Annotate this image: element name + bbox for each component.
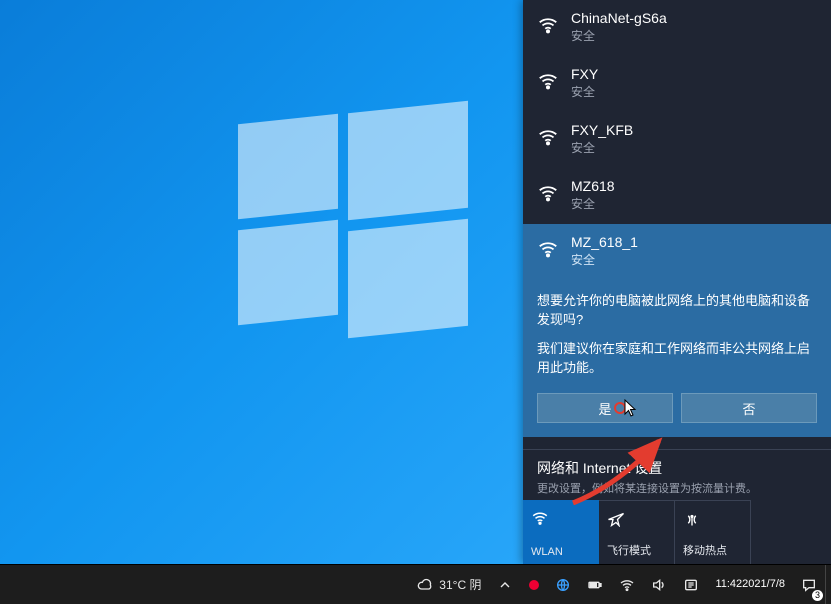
network-item-selected[interactable]: MZ_618_1 安全 — [523, 224, 831, 280]
cursor-icon — [624, 399, 638, 417]
wifi-icon — [537, 70, 559, 92]
ime-icon — [683, 577, 699, 593]
annotation-circle-icon — [614, 402, 626, 414]
tray-wifi[interactable] — [611, 565, 643, 604]
wifi-icon — [537, 126, 559, 148]
network-name: MZ_618_1 — [571, 234, 638, 250]
wifi-icon — [537, 14, 559, 36]
taskbar: 31°C 阴 11:42 2021/7/8 3 — [0, 564, 831, 604]
network-list: ChinaNet-gS6a 安全 FXY 安全 FXY_KFB 安全 — [523, 0, 831, 449]
date-text: 2021/7/8 — [742, 578, 785, 590]
tile-label: 飞行模式 — [607, 542, 651, 558]
network-item[interactable]: ChinaNet-gS6a 安全 — [523, 0, 831, 56]
network-settings-link[interactable]: 网络和 Internet 设置 更改设置，例如将某连接设置为按流量计费。 — [523, 449, 831, 500]
quick-action-tiles: WLAN 飞行模式 移动热点 — [523, 500, 831, 564]
tray-overflow[interactable] — [489, 565, 521, 604]
network-discovery-prompt: 想要允许你的电脑被此网络上的其他电脑和设备发现吗? 我们建议你在家庭和工作网络而… — [523, 280, 831, 385]
tray-battery[interactable] — [579, 565, 611, 604]
settings-subtitle: 更改设置，例如将某连接设置为按流量计费。 — [537, 480, 817, 496]
yes-button-label: 是 — [598, 399, 611, 418]
action-center[interactable]: 3 — [793, 565, 825, 604]
network-name: ChinaNet-gS6a — [571, 10, 667, 26]
network-status: 安全 — [571, 251, 638, 268]
cloud-icon — [417, 577, 433, 593]
tile-wlan[interactable]: WLAN — [523, 500, 599, 564]
tray-record[interactable] — [521, 565, 547, 604]
network-item[interactable]: FXY_KFB 安全 — [523, 112, 831, 168]
network-item[interactable]: MZ618 安全 — [523, 168, 831, 224]
time-text: 11:42 — [715, 578, 742, 590]
windows-logo — [238, 107, 468, 337]
wifi-icon — [531, 509, 549, 527]
battery-icon — [587, 577, 603, 593]
network-status: 安全 — [571, 27, 667, 44]
network-status: 安全 — [571, 83, 598, 100]
prompt-buttons: 是 否 — [523, 385, 831, 437]
browser-icon — [555, 577, 571, 593]
tray-ime[interactable] — [675, 565, 707, 604]
chevron-up-icon — [497, 577, 513, 593]
network-name: FXY — [571, 66, 598, 82]
network-status: 安全 — [571, 195, 615, 212]
tile-label: 移动热点 — [683, 542, 727, 558]
network-flyout: ChinaNet-gS6a 安全 FXY 安全 FXY_KFB 安全 — [523, 0, 831, 564]
network-item[interactable]: FXY 安全 — [523, 56, 831, 112]
network-name: MZ618 — [571, 178, 615, 194]
weather-text: 31°C 阴 — [439, 576, 481, 593]
volume-icon — [651, 577, 667, 593]
clock[interactable]: 11:42 2021/7/8 — [707, 565, 793, 604]
yes-button[interactable]: 是 — [537, 393, 673, 423]
desktop: ChinaNet-gS6a 安全 FXY 安全 FXY_KFB 安全 — [0, 0, 831, 604]
tray-volume[interactable] — [643, 565, 675, 604]
prompt-text-1: 想要允许你的电脑被此网络上的其他电脑和设备发现吗? — [537, 292, 817, 330]
wifi-icon — [537, 182, 559, 204]
no-button[interactable]: 否 — [681, 393, 817, 423]
network-status: 安全 — [571, 139, 633, 156]
notification-badge: 3 — [812, 590, 823, 601]
tile-label: WLAN — [531, 546, 563, 558]
record-icon — [529, 580, 539, 590]
tile-hotspot[interactable]: 移动热点 — [675, 500, 751, 564]
no-button-label: 否 — [742, 399, 755, 418]
weather-widget[interactable]: 31°C 阴 — [409, 565, 489, 604]
settings-title: 网络和 Internet 设置 — [537, 458, 817, 478]
tray-app[interactable] — [547, 565, 579, 604]
airplane-icon — [607, 509, 625, 527]
hotspot-icon — [683, 509, 701, 527]
tile-airplane[interactable]: 飞行模式 — [599, 500, 675, 564]
wifi-icon — [537, 238, 559, 260]
wifi-icon — [619, 577, 635, 593]
prompt-text-2: 我们建议你在家庭和工作网络而非公共网络上启用此功能。 — [537, 340, 817, 378]
show-desktop[interactable] — [825, 565, 831, 604]
network-name: FXY_KFB — [571, 122, 633, 138]
